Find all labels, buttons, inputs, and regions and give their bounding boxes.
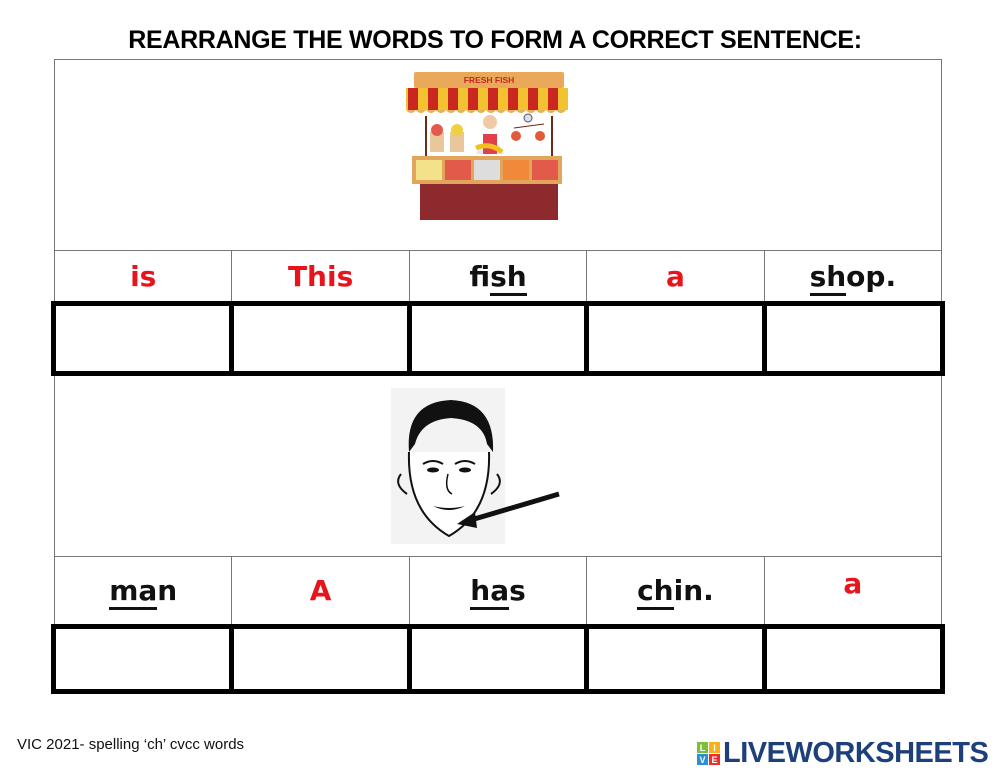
- word-tile[interactable]: has: [410, 557, 588, 624]
- word-tile[interactable]: shop.: [765, 251, 941, 301]
- word-tile[interactable]: chin.: [587, 557, 765, 624]
- picture-row-2: [54, 376, 942, 556]
- word-text: shop.: [809, 259, 896, 296]
- logo-tile: V: [697, 754, 708, 765]
- answer-box[interactable]: [411, 629, 590, 689]
- word-text: A: [309, 574, 332, 607]
- stall-sign-text: FRESH FISH: [464, 75, 515, 85]
- answer-box[interactable]: [56, 629, 234, 689]
- worksheet-title: REARRANGE THE WORDS TO FORM A CORRECT SE…: [128, 26, 862, 54]
- word-text: has: [470, 574, 526, 610]
- answer-box[interactable]: [411, 306, 590, 371]
- word-text: chin.: [637, 574, 714, 610]
- footer-caption: VIC 2021- spelling ‘ch’ cvcc words: [17, 736, 245, 753]
- word-row-1: is This fish a shop.: [54, 250, 942, 301]
- answer-box[interactable]: [767, 306, 940, 371]
- logo-tile: E: [709, 754, 720, 765]
- word-text: This: [287, 259, 354, 293]
- awning: [406, 88, 568, 113]
- word-text: a: [843, 567, 863, 600]
- vendor: [483, 115, 497, 129]
- fish-shop-stall-image: FRESH FISH: [406, 72, 568, 220]
- answer-box[interactable]: [233, 629, 412, 689]
- answer-box[interactable]: [589, 629, 768, 689]
- word-text: man: [109, 574, 177, 610]
- word-tile[interactable]: man: [55, 557, 233, 624]
- logo-tiles-icon: L I V E: [697, 742, 720, 765]
- word-tile[interactable]: A: [232, 557, 410, 624]
- word-tile[interactable]: fish: [410, 251, 588, 301]
- answer-row-1: [51, 301, 945, 376]
- word-tile[interactable]: a: [765, 557, 941, 624]
- answer-box[interactable]: [56, 306, 234, 371]
- answer-row-2: [51, 624, 945, 694]
- worksheet-table: FRESH FISH is This fish a shop. man A ha…: [51, 59, 945, 694]
- answer-box[interactable]: [589, 306, 768, 371]
- word-text: a: [665, 259, 685, 293]
- liveworksheets-logo[interactable]: L I V E LIVEWORKSHEETS: [697, 737, 989, 770]
- picture-row-1: FRESH FISH: [54, 59, 942, 250]
- logo-tile: L: [697, 742, 708, 753]
- word-tile[interactable]: a: [587, 251, 765, 301]
- man-face-chin-arrow-image: [391, 388, 560, 544]
- word-text: fish: [469, 259, 527, 296]
- answer-box[interactable]: [233, 306, 412, 371]
- answer-box[interactable]: [767, 629, 940, 689]
- logo-tile: I: [709, 742, 720, 753]
- word-row-2: man A has chin. a: [54, 556, 942, 624]
- logo-text: LIVEWORKSHEETS: [723, 737, 989, 769]
- word-text: is: [130, 259, 157, 293]
- word-tile[interactable]: This: [232, 251, 410, 301]
- word-tile[interactable]: is: [55, 251, 233, 301]
